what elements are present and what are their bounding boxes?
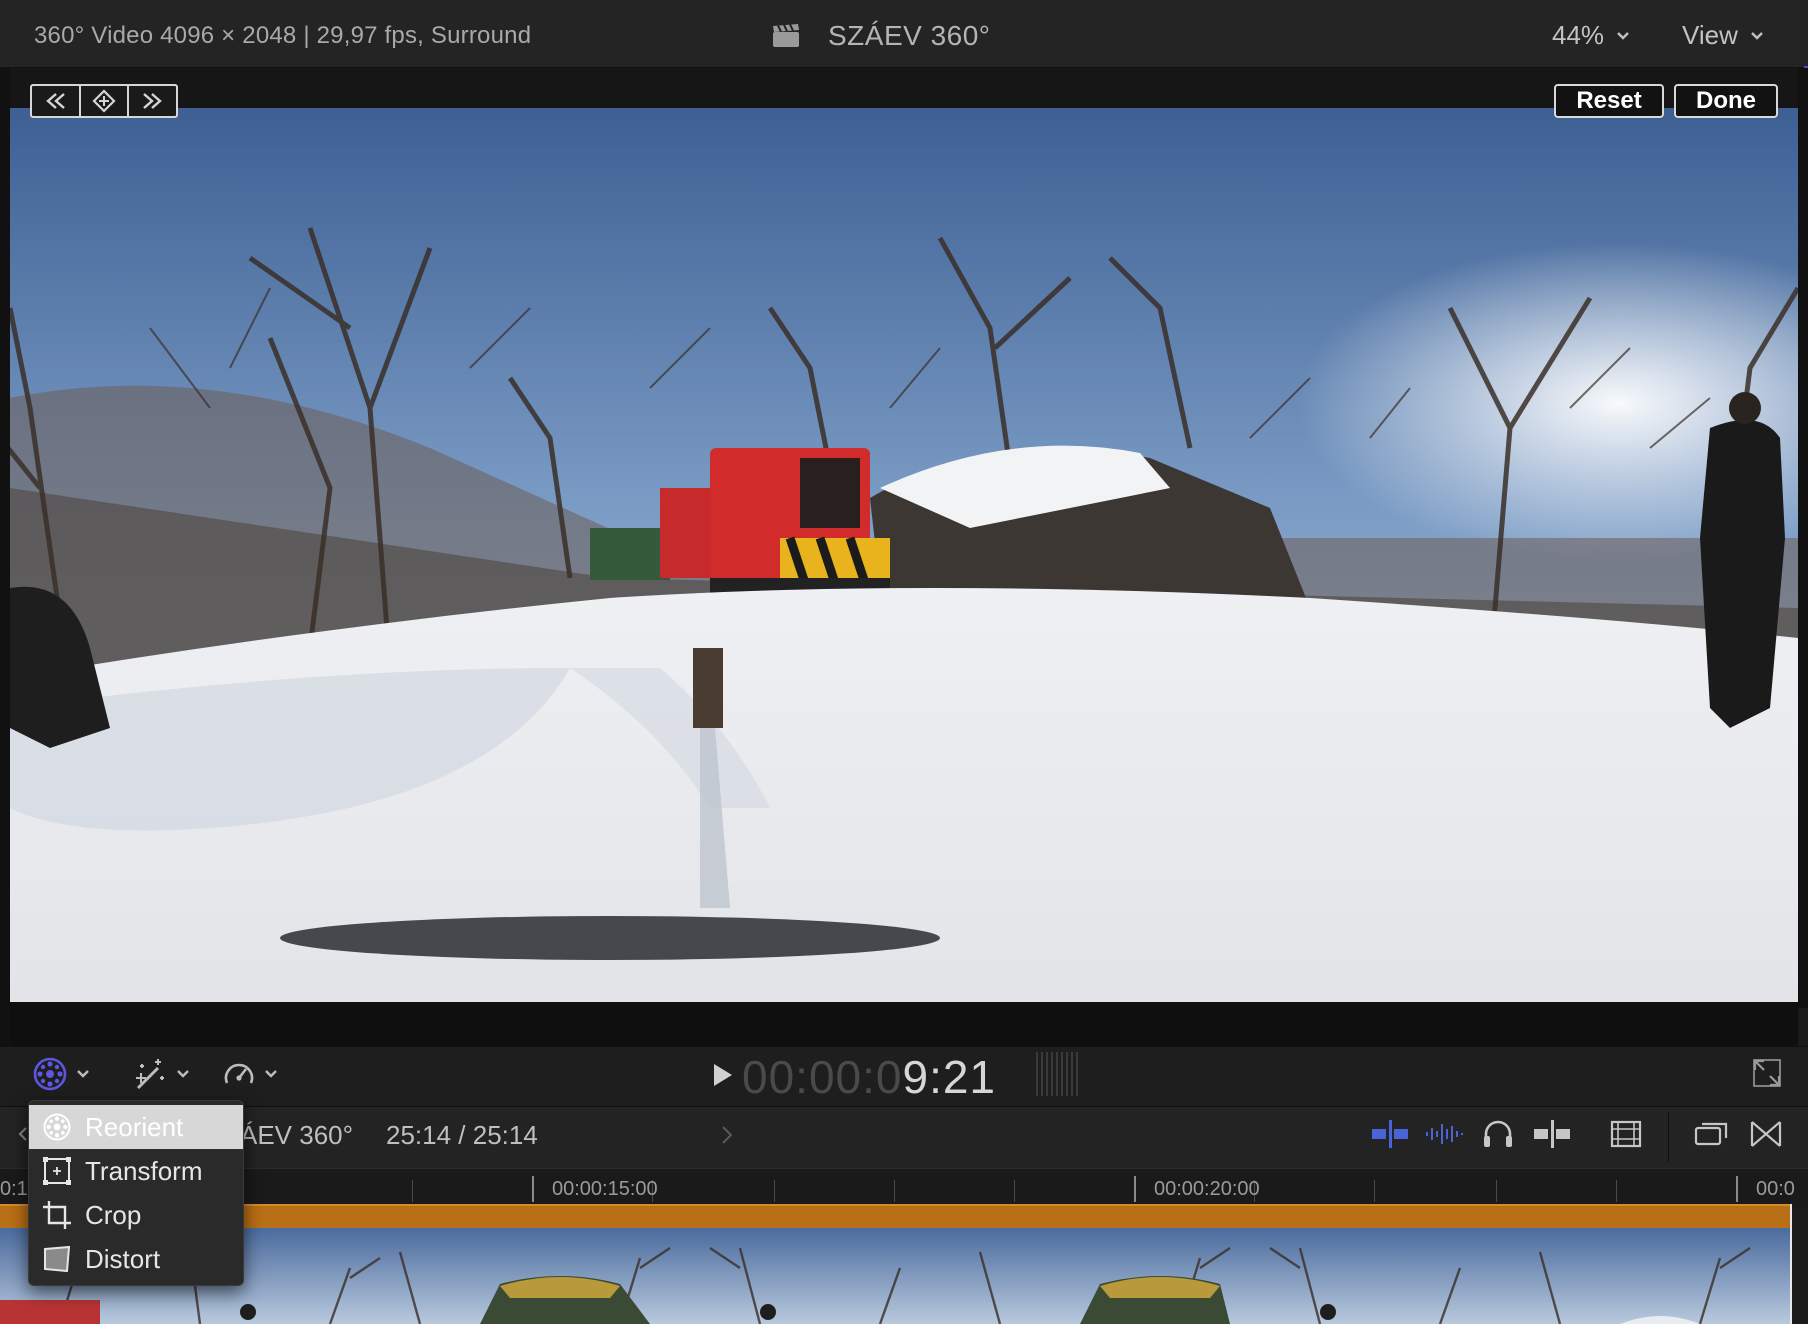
clip-filmstrip[interactable] (0, 1228, 1790, 1324)
timeline-index-icon[interactable] (1692, 1118, 1732, 1150)
arrow-right-icon (142, 93, 162, 109)
transitions-browser-icon[interactable] (1746, 1118, 1786, 1150)
viewer-header: 360° Video 4096 × 2048 | 29,97 fps, Surr… (0, 0, 1808, 80)
chevron-down-icon (1751, 31, 1763, 40)
headphones-icon[interactable] (1478, 1118, 1518, 1150)
menu-item-label: Transform (85, 1155, 203, 1186)
next-keyframe-button[interactable] (129, 86, 176, 116)
ruler-label: 0:1 (0, 1178, 28, 1200)
menu-item-transform[interactable]: Transform (29, 1149, 243, 1193)
timeline-ruler[interactable] (0, 1168, 1808, 1202)
ruler-label: 00:00:20:00 (1154, 1178, 1260, 1200)
distort-icon (41, 1243, 73, 1275)
filmstrip-thumbnails (0, 1228, 1790, 1324)
menu-item-label: Crop (85, 1199, 142, 1230)
play-icon[interactable] (712, 1062, 734, 1088)
transform-icon (41, 1155, 73, 1187)
enhancements-button[interactable] (132, 1054, 190, 1094)
ruler-tick-major (532, 1176, 534, 1202)
previous-keyframe-button[interactable] (32, 86, 81, 116)
menu-item-label: Reorient (85, 1111, 184, 1142)
clip-end-marker (1790, 1204, 1792, 1324)
ruler-tick (894, 1180, 895, 1202)
ruler-tick (1616, 1180, 1617, 1202)
panorama-image (10, 108, 1798, 1002)
arrow-left-icon (46, 93, 66, 109)
toolbar-divider (1668, 1112, 1669, 1162)
menu-item-reorient[interactable]: Reorient (29, 1105, 243, 1149)
menu-item-crop[interactable]: Crop (29, 1193, 243, 1237)
viewer-left-edge (0, 68, 10, 1118)
menu-item-label: Distort (85, 1243, 161, 1274)
crop-icon (41, 1199, 73, 1231)
timecode-display[interactable]: 00:00:09:21 (742, 1050, 996, 1104)
audio-meter-icon (1036, 1052, 1078, 1096)
clip-appearance-icon[interactable] (1606, 1118, 1646, 1150)
viewer-bottom-strip (10, 1002, 1798, 1046)
zoom-value: 44% (1552, 20, 1605, 50)
menu-item-distort[interactable]: Distort (29, 1237, 243, 1281)
audio-skimming-icon[interactable] (1424, 1118, 1464, 1150)
ruler-tick (412, 1180, 413, 1202)
back-arrow-icon[interactable] (18, 1126, 28, 1142)
skimming-icon[interactable] (1370, 1118, 1410, 1150)
keyframe-diamond-icon (92, 89, 116, 113)
view-menu-label: View (1682, 20, 1738, 50)
retime-button[interactable] (222, 1054, 278, 1094)
magic-wand-icon (136, 1059, 164, 1090)
chevron-down-icon (265, 1070, 277, 1078)
timeline-project-name: ÁEV 360° (240, 1120, 354, 1150)
view-menu[interactable]: View (1682, 20, 1764, 51)
speedometer-icon (224, 1063, 254, 1084)
keyframe-navigator (30, 84, 178, 118)
reorient-icon (33, 1057, 67, 1091)
chevron-down-icon (1617, 31, 1629, 40)
ruler-tick (1014, 1180, 1015, 1202)
ruler-tick-major (1134, 1176, 1136, 1202)
forward-arrow-icon[interactable] (720, 1124, 734, 1146)
done-button[interactable]: Done (1674, 84, 1778, 118)
ruler-tick (1496, 1180, 1497, 1202)
reset-button[interactable]: Reset (1554, 84, 1664, 118)
viewer-right-edge (1798, 68, 1808, 1008)
add-keyframe-button[interactable] (81, 86, 130, 116)
ruler-tick (774, 1180, 775, 1202)
chevron-down-icon (177, 1070, 189, 1078)
ruler-label: 00:0 (1756, 1178, 1795, 1200)
viewer-video-frame[interactable] (10, 108, 1798, 1002)
ruler-tick (1374, 1180, 1375, 1202)
fullscreen-icon[interactable] (1752, 1058, 1782, 1088)
timeline-duration: 25:14 / 25:14 (386, 1120, 538, 1150)
reorient-icon (41, 1111, 73, 1143)
clip-info: 360° Video 4096 × 2048 | 29,97 fps, Surr… (34, 22, 532, 49)
transform-tools-menu: Reorient Transform Crop Distort (28, 1100, 244, 1286)
project-title: SZÁEV 360° (828, 20, 991, 51)
transform-tools-button[interactable] (32, 1054, 90, 1094)
chevron-down-icon (77, 1070, 89, 1078)
ruler-label: 00:00:15:00 (552, 1178, 658, 1200)
ruler-tick-major (1736, 1176, 1738, 1202)
clapperboard-icon (773, 24, 799, 47)
zoom-menu[interactable]: 44% (1552, 20, 1630, 51)
snapping-icon[interactable] (1532, 1118, 1572, 1150)
clip-title-bar[interactable] (0, 1204, 1790, 1228)
timecode-value: 9:21 (902, 1051, 997, 1103)
timecode-leading: 00:00:0 (742, 1051, 903, 1103)
